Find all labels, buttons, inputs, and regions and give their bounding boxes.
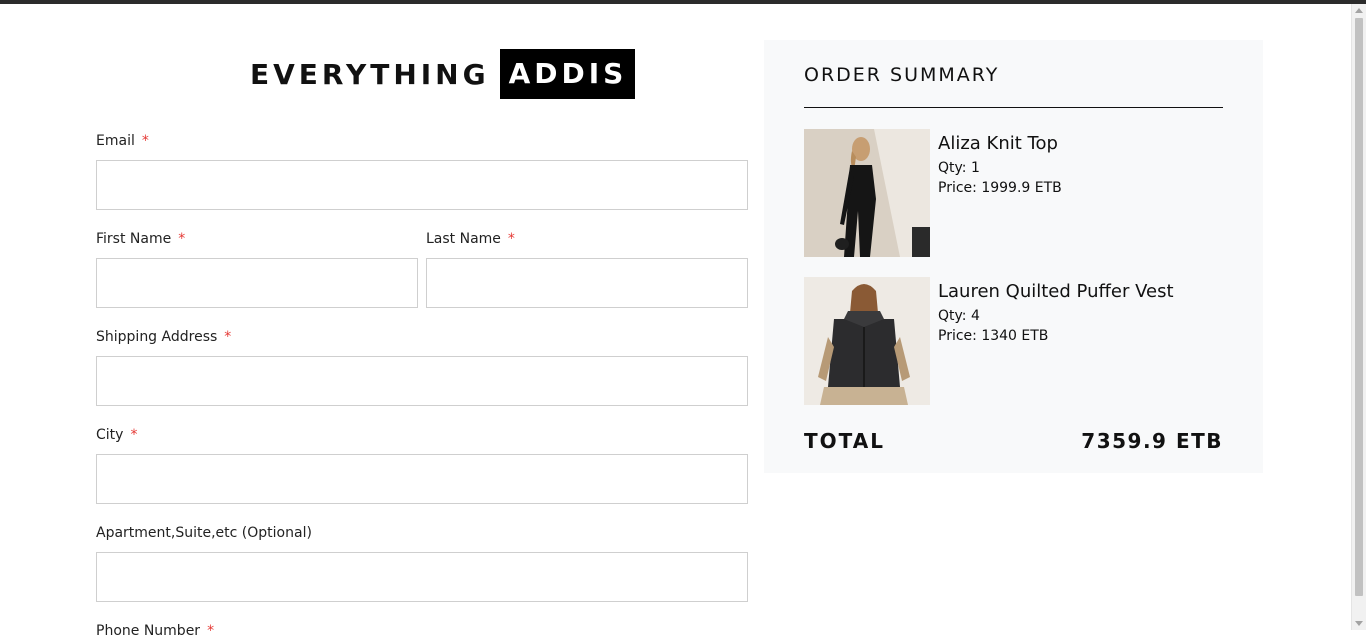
required-mark: * — [224, 329, 232, 345]
item-name: Aliza Knit Top — [938, 133, 1058, 154]
scrollbar-thumb[interactable] — [1355, 18, 1363, 596]
item-name: Lauren Quilted Puffer Vest — [938, 281, 1174, 302]
checkout-page: EVERYTHING ADDIS Email * First Name * Last… — [0, 4, 1351, 639]
item-price: Price: 1999.9 ETB — [938, 180, 1062, 196]
apartment-field[interactable] — [96, 552, 748, 602]
email-label: Email * — [96, 133, 149, 149]
total-label: TOTAL — [804, 429, 885, 453]
summary-divider — [804, 107, 1223, 108]
required-mark: * — [141, 133, 149, 149]
apartment-label: Apartment,Suite,etc (Optional) — [96, 525, 312, 541]
order-item: Lauren Quilted Puffer Vest Qty: 4 Price:… — [804, 277, 1223, 405]
brand-logo[interactable]: EVERYTHING ADDIS — [250, 49, 636, 99]
scroll-down-icon[interactable] — [1355, 621, 1363, 626]
required-mark: * — [178, 231, 186, 247]
order-summary-title: ORDER SUMMARY — [804, 64, 1000, 86]
first-name-field[interactable] — [96, 258, 418, 308]
shipping-address-field[interactable] — [96, 356, 748, 406]
item-qty: Qty: 1 — [938, 160, 980, 176]
required-mark: * — [207, 623, 215, 639]
product-image-lauren-quilted-puffer-vest — [804, 277, 930, 405]
order-item: Aliza Knit Top Qty: 1 Price: 1999.9 ETB — [804, 129, 1223, 257]
product-image-aliza-knit-top — [804, 129, 930, 257]
required-mark: * — [507, 231, 515, 247]
first-name-label: First Name * — [96, 231, 186, 247]
vertical-scrollbar[interactable] — [1351, 4, 1366, 630]
shipping-address-label: Shipping Address * — [96, 329, 232, 345]
required-mark: * — [130, 427, 138, 443]
city-field[interactable] — [96, 454, 748, 504]
city-label: City * — [96, 427, 138, 443]
order-summary-panel: ORDER SUMMARY Aliza Knit Top Qty: 1 Pric… — [764, 40, 1263, 473]
phone-label: Phone Number * — [96, 623, 215, 639]
brand-name-part1: EVERYTHING — [250, 57, 490, 91]
email-field[interactable] — [96, 160, 748, 210]
total-value: 7359.9 ETB — [1081, 429, 1223, 453]
last-name-label: Last Name * — [426, 231, 515, 247]
brand-name-part2: ADDIS — [499, 49, 636, 99]
item-price: Price: 1340 ETB — [938, 328, 1049, 344]
scroll-up-icon[interactable] — [1355, 8, 1363, 13]
item-qty: Qty: 4 — [938, 308, 980, 324]
last-name-field[interactable] — [426, 258, 748, 308]
